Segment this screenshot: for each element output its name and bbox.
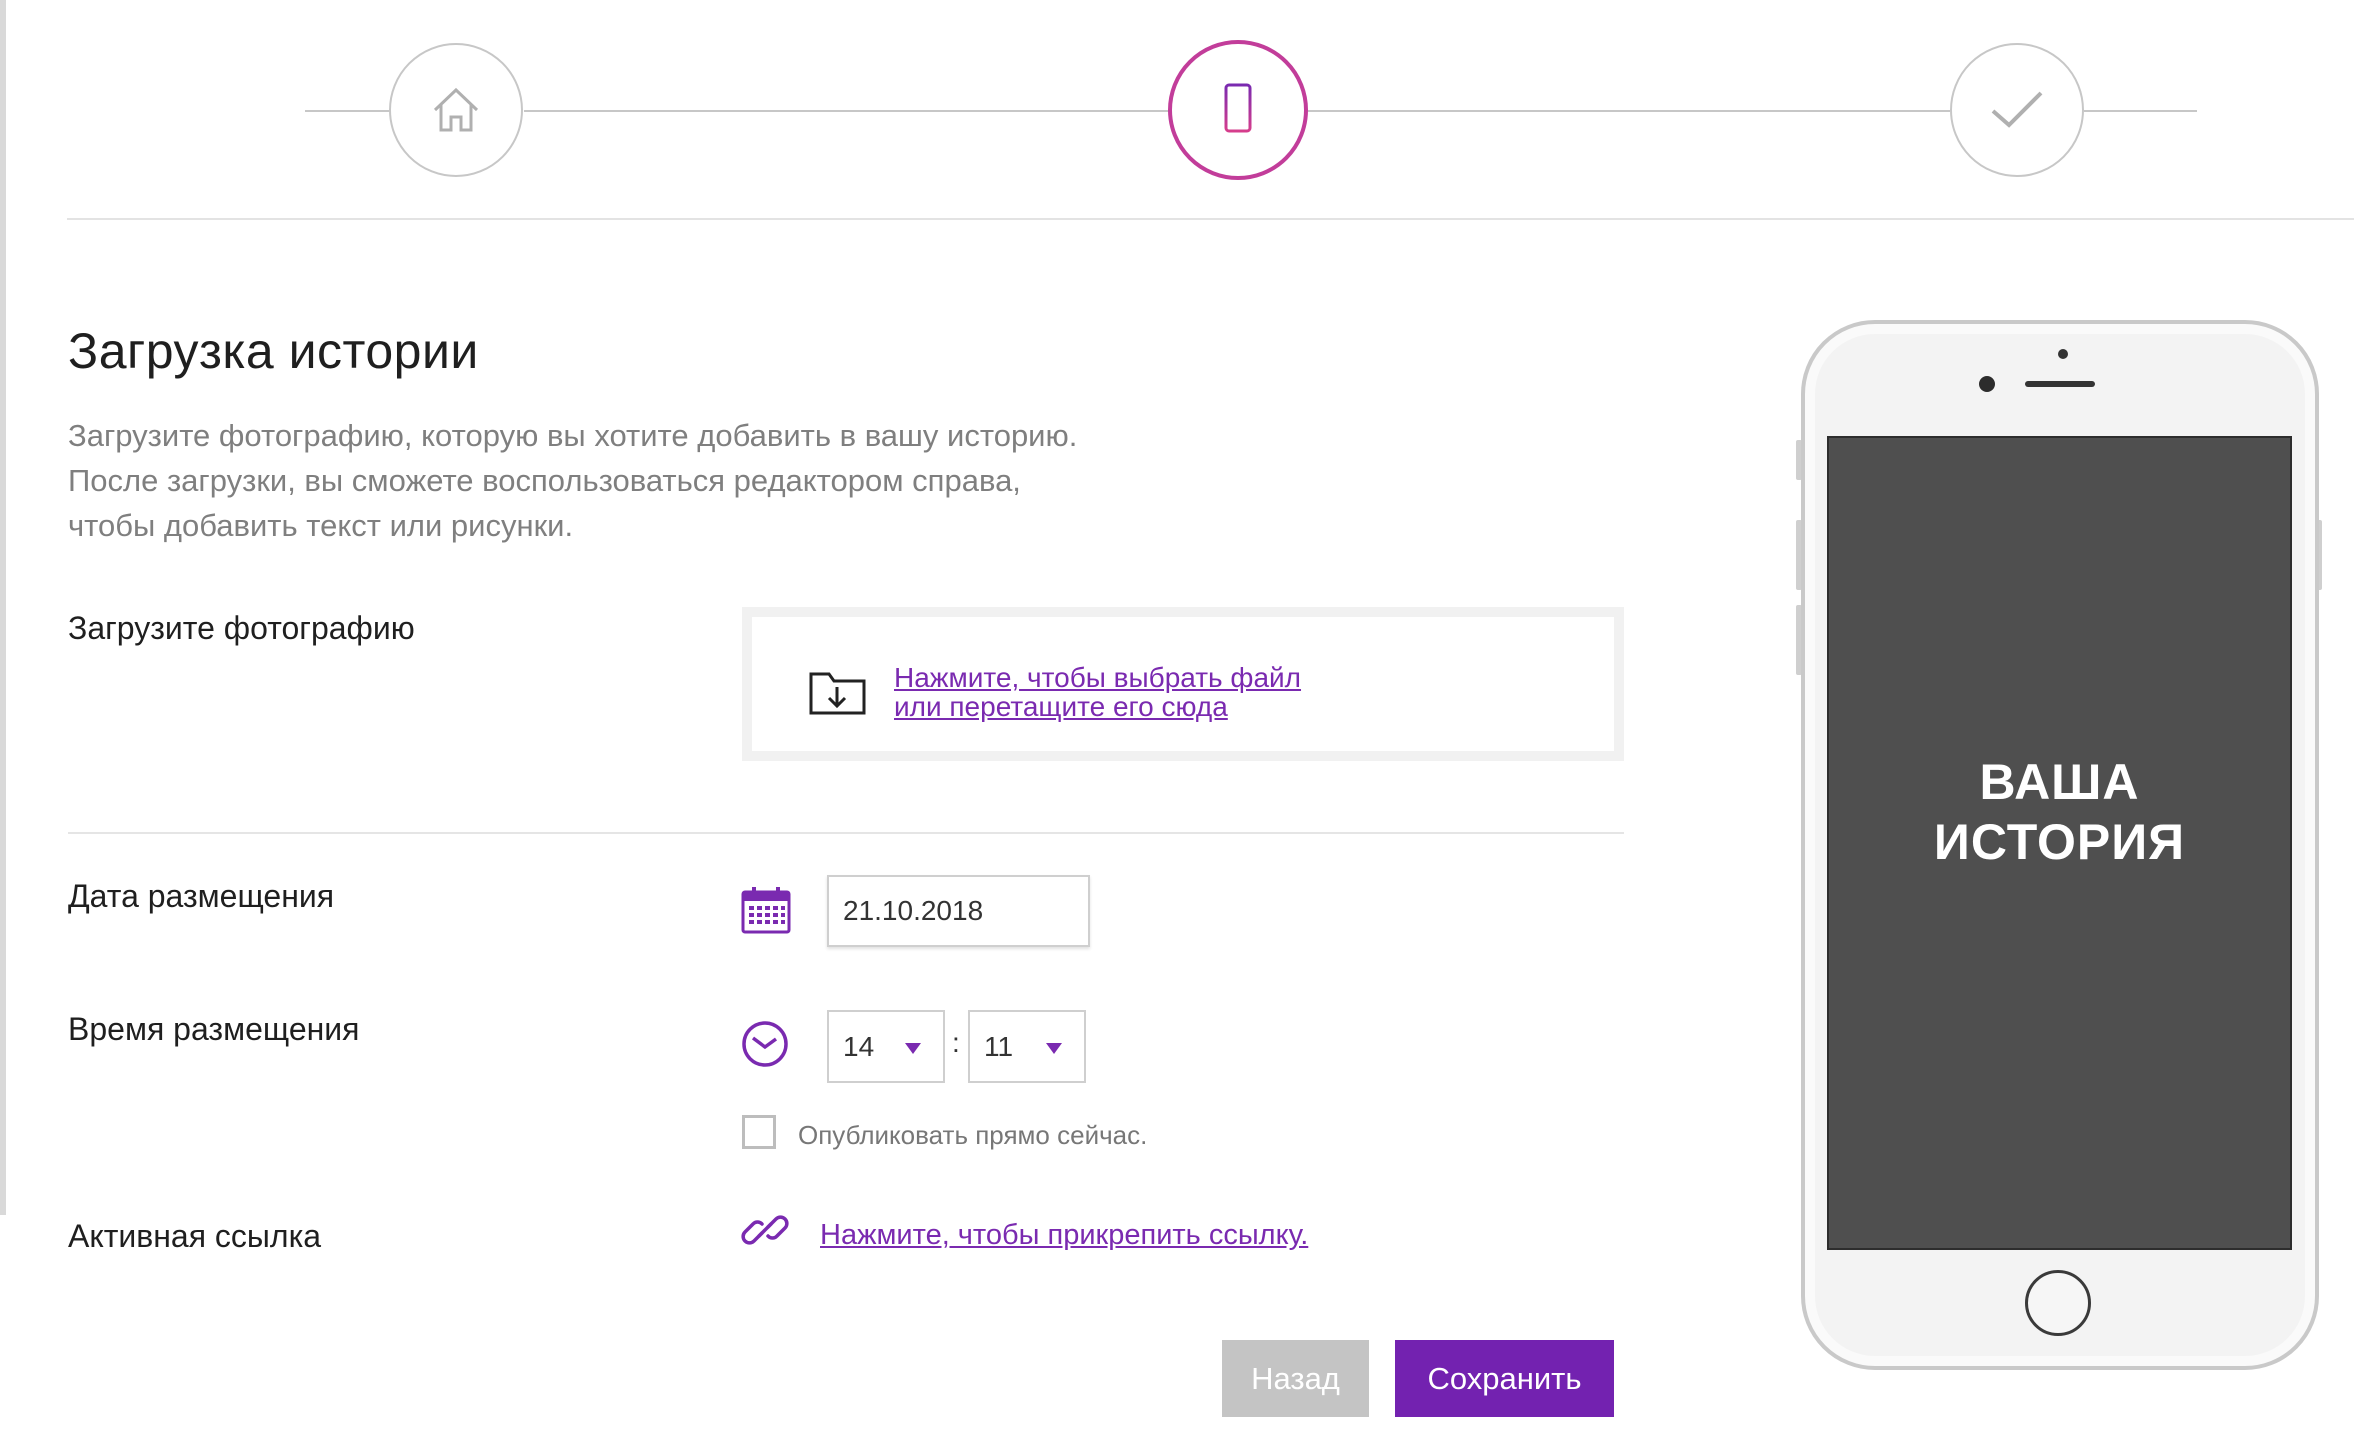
date-label: Дата размещения: [68, 878, 335, 914]
phone-home-button: [2025, 1270, 2091, 1336]
photo-dropzone[interactable]: Нажмите, чтобы выбрать файл или перетащи…: [742, 607, 1624, 761]
progress-stepper: [0, 0, 2354, 220]
story-placeholder-text: ВАША ИСТОРИЯ: [1934, 752, 2185, 872]
minute-select[interactable]: 11: [968, 1010, 1086, 1083]
page-description: Загрузите фотографию, которую вы хотите …: [68, 413, 1268, 548]
stepper-line-right: [2084, 110, 2197, 112]
link-icon[interactable]: [740, 1205, 790, 1255]
publish-now-label[interactable]: Опубликовать прямо сейчас.: [798, 1120, 1147, 1151]
stepper-line-1: [524, 110, 1169, 112]
page-title: Загрузка истории: [68, 323, 479, 379]
checkmark-icon: [1991, 91, 2043, 128]
stepper-line-2: [1307, 110, 1950, 112]
story-placeholder-line: ИСТОРИЯ: [1933, 814, 2186, 870]
attach-link[interactable]: Нажмите, чтобы прикрепить ссылку.: [820, 1219, 1308, 1252]
date-input[interactable]: [827, 875, 1090, 947]
time-separator: :: [952, 1027, 960, 1058]
choose-file-link-line: или перетащите его сюда: [894, 691, 1228, 722]
clock-icon[interactable]: [740, 1019, 790, 1069]
folder-download-icon: [809, 672, 866, 715]
back-button[interactable]: Назад: [1222, 1340, 1369, 1417]
chevron-down-icon: [1046, 1043, 1062, 1054]
calendar-icon[interactable]: [740, 885, 792, 935]
phone-camera-dot: [2058, 349, 2068, 359]
hour-value: 14: [843, 1030, 875, 1062]
phone-icon: [1224, 83, 1252, 133]
hour-select[interactable]: 14: [827, 1010, 945, 1083]
step-home[interactable]: [389, 43, 523, 177]
upload-photo-label: Загрузите фотографию: [68, 610, 415, 646]
publish-now-checkbox[interactable]: [742, 1115, 776, 1149]
phone-speaker: [2025, 381, 2095, 387]
choose-file-link-line: Нажмите, чтобы выбрать файл: [894, 662, 1302, 693]
story-placeholder-line: ВАША: [1979, 754, 2140, 810]
home-icon: [433, 87, 479, 132]
save-button[interactable]: Сохранить: [1395, 1340, 1614, 1417]
time-label: Время размещения: [68, 1011, 360, 1047]
choose-file-link[interactable]: Нажмите, чтобы выбрать файл или перетащи…: [894, 663, 1301, 721]
description-line: Загрузите фотографию, которую вы хотите …: [68, 418, 1078, 453]
description-line: После загрузки, вы сможете воспользовать…: [68, 463, 1021, 498]
stepper-line-left: [305, 110, 390, 112]
active-link-label: Активная ссылка: [68, 1218, 322, 1254]
phone-screen[interactable]: ВАША ИСТОРИЯ: [1827, 436, 2292, 1250]
section-divider: [68, 832, 1624, 834]
step-confirm[interactable]: [1950, 43, 2084, 177]
chevron-down-icon: [905, 1043, 921, 1054]
phone-front-camera: [1979, 376, 1995, 392]
stepper-divider: [67, 218, 2354, 220]
minute-value: 11: [984, 1030, 1014, 1062]
description-line: чтобы добавить текст или рисунки.: [68, 508, 574, 543]
step-story-upload[interactable]: [1168, 40, 1308, 180]
